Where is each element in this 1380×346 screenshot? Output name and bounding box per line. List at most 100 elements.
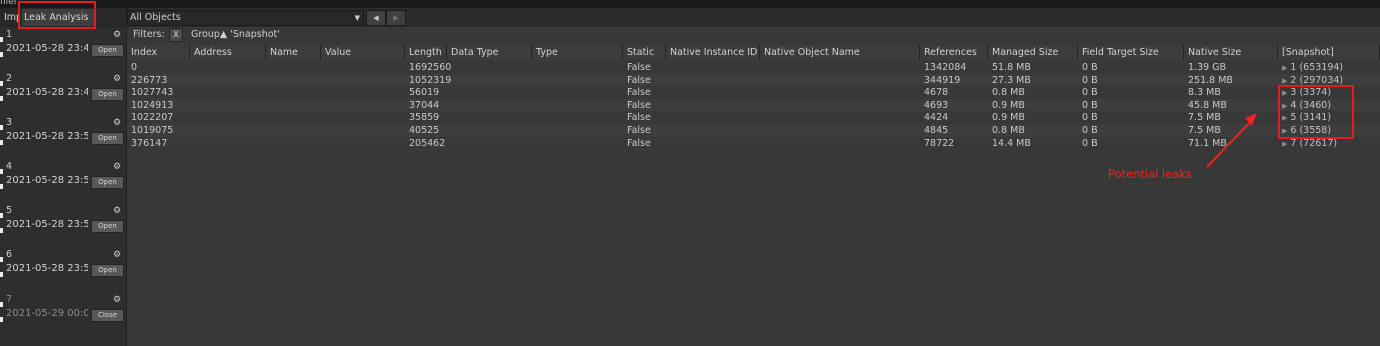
snapshot-item[interactable]: 6 2021-05-28 23:59 ⚙ Open (0, 249, 126, 293)
group-filter-label[interactable]: Group▲ 'Snapshot' (191, 29, 280, 40)
window-title: filer (0, 0, 18, 7)
snapshot-open-button[interactable]: Open (91, 176, 124, 189)
column-header[interactable]: Static (623, 45, 666, 60)
column-header[interactable]: Managed Size (988, 45, 1078, 60)
table-row[interactable]: 1019075 40525 False 4845 0.8 MB 0 B 7.5 MB ▶ 6 (… (127, 124, 1380, 137)
column-header[interactable]: Index (127, 45, 190, 60)
snapshot-item[interactable]: 4 2021-05-28 23:55 ⚙ Open (0, 161, 126, 205)
snapshot-open-button[interactable]: Open (91, 264, 124, 277)
snapshot-item[interactable]: 2 2021-05-28 23:48 ⚙ Open (0, 73, 126, 117)
snapshot-marker (0, 96, 3, 101)
snapshot-marker (0, 169, 3, 174)
column-header[interactable]: Type (532, 45, 623, 60)
gear-icon[interactable]: ⚙ (113, 118, 121, 128)
gear-icon[interactable]: ⚙ (113, 162, 121, 172)
snapshot-open-button[interactable]: Open (91, 220, 124, 233)
snapshot-date: 2021-05-28 23:59 (6, 263, 88, 274)
snapshot-index: 7 (6, 294, 13, 305)
snapshot-date: 2021-05-28 23:55 (6, 175, 88, 186)
snapshot-index: 5 (6, 205, 13, 216)
view-select-value: All Objects (130, 12, 181, 23)
table-row[interactable]: 1027743 56019 False 4678 0.8 MB 0 B 8.3 MB ▶ 3 (… (127, 86, 1380, 99)
table-row[interactable]: 0 1692560 False 1342084 51.8 MB 0 B 1.39 GB ▶ 1 … (127, 61, 1380, 74)
snapshot-close-button[interactable]: Close (91, 309, 124, 322)
column-header[interactable]: Value (321, 45, 405, 60)
gear-icon[interactable]: ⚙ (113, 74, 121, 84)
table-cell: 0 B (1082, 137, 1098, 149)
column-header[interactable]: Name (266, 45, 321, 60)
snapshot-date: 2021-05-28 23:48 (6, 87, 88, 98)
snapshot-index: 6 (6, 249, 13, 260)
snapshot-index: 3 (6, 117, 13, 128)
annotation-arrow (1206, 113, 1257, 168)
table-cell: 0.9 MB (992, 99, 1025, 111)
expand-triangle-icon[interactable]: ▶ (1282, 64, 1287, 72)
triangle-right-icon: ▶ (393, 14, 399, 22)
column-header[interactable]: Native Instance ID (666, 45, 760, 60)
table-cell: 37044 (409, 99, 440, 111)
snapshot-marker (0, 213, 3, 218)
table-cell: 1692560 (409, 62, 452, 73)
triangle-left-icon: ◀ (373, 14, 379, 22)
gear-icon[interactable]: ⚙ (113, 250, 121, 260)
gear-icon[interactable]: ⚙ (113, 295, 121, 305)
column-header[interactable]: [Snapshot] (1278, 45, 1380, 60)
column-header[interactable]: Native Size (1184, 45, 1278, 60)
table-cell: ▶ 1 (653194) (1282, 61, 1343, 74)
column-header[interactable]: Field Target Size (1078, 45, 1184, 60)
table-row[interactable]: 1024913 37044 False 4693 0.9 MB 0 B 45.8 MB ▶ 4 … (127, 98, 1380, 112)
expand-triangle-icon[interactable]: ▶ (1282, 140, 1287, 148)
filters-label: Filters: (133, 29, 165, 40)
snapshot-marker (0, 228, 3, 233)
table-row[interactable]: 226773 1052319 False 344919 27.3 MB 0 B 251.8 … (127, 73, 1380, 87)
table-cell: False (627, 74, 651, 86)
snapshot-index: 2 (6, 73, 13, 84)
snapshot-marker (0, 257, 3, 262)
column-header[interactable]: Native Object Name (760, 45, 920, 60)
table-row[interactable]: 376147 205462 False 78722 14.4 MB 0 B 71.1 MB ▶… (127, 137, 1380, 150)
table-cell: 0 B (1082, 62, 1098, 73)
view-select[interactable]: All Objects ▼ (127, 10, 364, 26)
snapshot-item[interactable]: 1 2021-05-28 23:46 ⚙ Open (0, 29, 126, 73)
table-cell: 1.39 GB (1188, 62, 1227, 73)
column-header[interactable]: Data Type (447, 45, 532, 60)
table-cell: 27.3 MB (992, 74, 1031, 86)
table-cell: 205462 (409, 137, 446, 149)
gear-icon[interactable]: ⚙ (113, 206, 121, 216)
table-cell: 0 B (1082, 74, 1098, 86)
snapshot-marker (0, 272, 3, 277)
table-cell: 251.8 MB (1188, 74, 1233, 86)
table-cell: False (627, 87, 651, 99)
remove-filter-button[interactable]: X (169, 28, 183, 42)
snapshot-open-button[interactable]: Open (91, 132, 124, 145)
leak-analysis-highlight (18, 1, 96, 29)
forward-button[interactable]: ▶ (386, 10, 406, 26)
table-cell: 8.3 MB (1188, 87, 1221, 99)
snapshot-marker (0, 317, 3, 322)
table-row[interactable]: 1022207 35859 False 4424 0.9 MB 0 B 7.5 MB ▶ 5 (… (127, 111, 1380, 124)
table-cell: 344919 (924, 74, 961, 86)
snapshot-date: 2021-05-29 00:01 (6, 308, 88, 319)
table-cell: 51.8 MB (992, 62, 1031, 73)
snapshot-date: 2021-05-28 23:57 (6, 219, 88, 230)
table-cell: 0 (131, 62, 138, 73)
table-cell: 78722 (924, 137, 955, 149)
table-cell: 1027743 (131, 87, 174, 99)
snapshot-date: 2021-05-28 23:51 (6, 131, 88, 142)
gear-icon[interactable]: ⚙ (113, 30, 121, 40)
column-header[interactable]: References (920, 45, 988, 60)
filter-bar: Filters: X Group▲ 'Snapshot' (127, 27, 1380, 44)
column-header[interactable]: Address (190, 45, 266, 60)
column-header[interactable]: Length (405, 45, 447, 60)
table-cell: 4678 (924, 87, 949, 99)
snapshot-open-button[interactable]: Open (91, 44, 124, 57)
expand-triangle-icon[interactable]: ▶ (1282, 77, 1287, 85)
snapshot-item[interactable]: 5 2021-05-28 23:57 ⚙ Open (0, 205, 126, 249)
snapshot-marker (0, 125, 3, 130)
table-cell: False (627, 112, 651, 124)
chevron-down-icon: ▼ (354, 14, 360, 22)
back-button[interactable]: ◀ (366, 10, 386, 26)
snapshot-item[interactable]: 3 2021-05-28 23:51 ⚙ Open (0, 117, 126, 161)
snapshot-item[interactable]: 7 2021-05-29 00:01 ⚙ Close (0, 294, 126, 338)
snapshot-open-button[interactable]: Open (91, 88, 124, 101)
